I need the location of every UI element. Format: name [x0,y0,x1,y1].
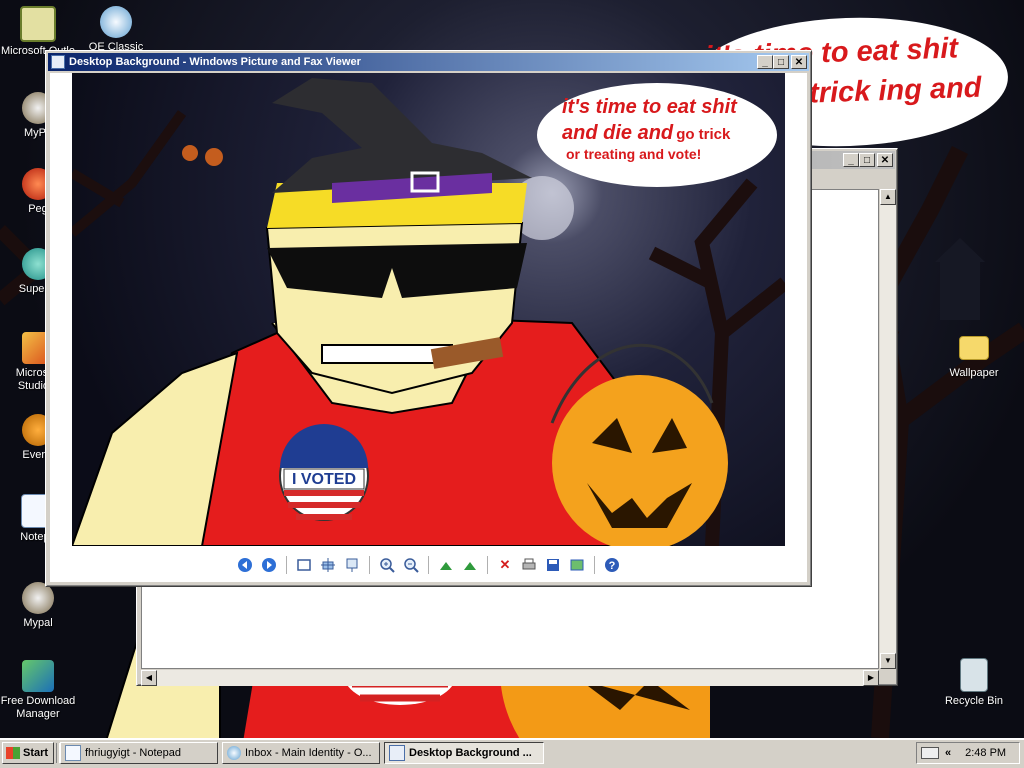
zoom-in-icon[interactable] [377,555,397,575]
desktop-icon-wallpaper-folder[interactable]: Wallpaper [936,332,1012,380]
picture-viewer-toolbar: ✕ ? [50,553,807,577]
desktop-icon-label: Mypal [23,617,53,629]
toolbar-separator [428,556,429,574]
close-button[interactable]: ✕ [877,153,893,167]
windows-logo-icon [6,747,20,759]
i-voted-badge: I VOTED [279,424,369,521]
svg-text:?: ? [609,560,616,572]
rotate-clockwise-icon[interactable] [436,555,456,575]
close-button[interactable]: ✕ [791,55,807,69]
taskbar: Start fhriugyigt - Notepad Inbox - Main … [0,738,1024,768]
notepad-icon [65,745,81,761]
desktop-icon-label: Recycle Bin [944,695,1004,707]
oe-classic-icon [100,6,132,38]
image-artwork: I VOTED it's time to eat shit and die an… [72,78,785,546]
displayed-image: I VOTED it's time to eat shit and die an… [72,73,785,546]
taskbar-button-label: Inbox - Main Identity - O... [245,747,372,759]
slideshow-icon[interactable] [342,555,362,575]
desktop-icon-label: Free Download Manager [0,695,76,720]
taskbar-button-label: Desktop Background ... [409,747,532,759]
toolbar-separator [369,556,370,574]
toolbar-separator [487,556,488,574]
desktop-icon-mypal-2[interactable]: Mypal [0,582,76,630]
start-label: Start [23,747,49,759]
rotate-counterclockwise-icon[interactable] [460,555,480,575]
folder-icon [959,336,989,360]
scroll-right-button[interactable]: ▶ [863,670,879,686]
scroll-down-button[interactable]: ▼ [880,653,896,669]
actual-size-icon[interactable] [318,555,338,575]
fdm-icon [22,660,54,692]
picture-viewer-app-icon [51,55,65,69]
speech-line-1: it's time to eat shit [562,96,738,118]
oe-classic-icon [227,746,241,760]
delete-icon[interactable]: ✕ [495,555,515,575]
next-image-icon[interactable] [259,555,279,575]
system-tray: « 2:48 PM [916,742,1020,764]
recycle-bin-icon [960,658,988,692]
taskbar-button-inbox[interactable]: Inbox - Main Identity - O... [222,742,380,764]
picture-viewer-titlebar[interactable]: Desktop Background - Windows Picture and… [48,53,809,71]
scroll-left-button[interactable]: ◀ [141,670,157,686]
best-fit-icon[interactable] [294,555,314,575]
desktop-icon-label: Wallpaper [949,367,999,379]
zoom-out-icon[interactable] [401,555,421,575]
minimize-button[interactable]: _ [843,153,859,167]
picture-viewer-window[interactable]: Desktop Background - Windows Picture and… [45,50,812,587]
toolbar-separator [286,556,287,574]
desktop-icon-oe-classic[interactable]: OE Classic [78,6,154,54]
maximize-button[interactable]: □ [859,153,875,167]
start-button[interactable]: Start [2,742,54,764]
scroll-up-button[interactable]: ▲ [880,189,896,205]
picture-viewer-content: I VOTED it's time to eat shit and die an… [50,73,807,582]
taskbar-button-notepad[interactable]: fhriugyigt - Notepad [60,742,218,764]
svg-text:I VOTED: I VOTED [292,471,356,488]
clock[interactable]: 2:48 PM [965,747,1006,759]
desktop-icon-recycle-bin[interactable]: Recycle Bin [936,658,1012,708]
save-icon[interactable] [543,555,563,575]
open-editor-icon[interactable] [567,555,587,575]
keyboard-icon[interactable] [921,747,939,759]
tray-expand-button[interactable]: « [945,747,951,759]
help-icon[interactable]: ? [602,555,622,575]
maximize-button[interactable]: □ [773,55,789,69]
speech-line-2a: and die and [562,122,674,144]
desktop-icon-free-download-manager[interactable]: Free Download Manager [0,660,76,721]
taskbar-button-label: fhriugyigt - Notepad [85,747,181,759]
outlook-icon [20,6,56,42]
print-icon[interactable] [519,555,539,575]
previous-image-icon[interactable] [235,555,255,575]
minimize-button[interactable]: _ [757,55,773,69]
picture-viewer-title: Desktop Background - Windows Picture and… [69,56,361,68]
speech-line-3: or treating and vote! [566,146,701,162]
vertical-scrollbar[interactable]: ▲ ▼ [880,189,896,669]
picture-viewer-app-icon [389,745,405,761]
taskbar-button-picture-viewer[interactable]: Desktop Background ... [384,742,544,764]
toolbar-separator [594,556,595,574]
horizontal-scrollbar[interactable]: ◀ ▶ [141,670,879,686]
speech-line-2b: go trick [676,126,731,143]
